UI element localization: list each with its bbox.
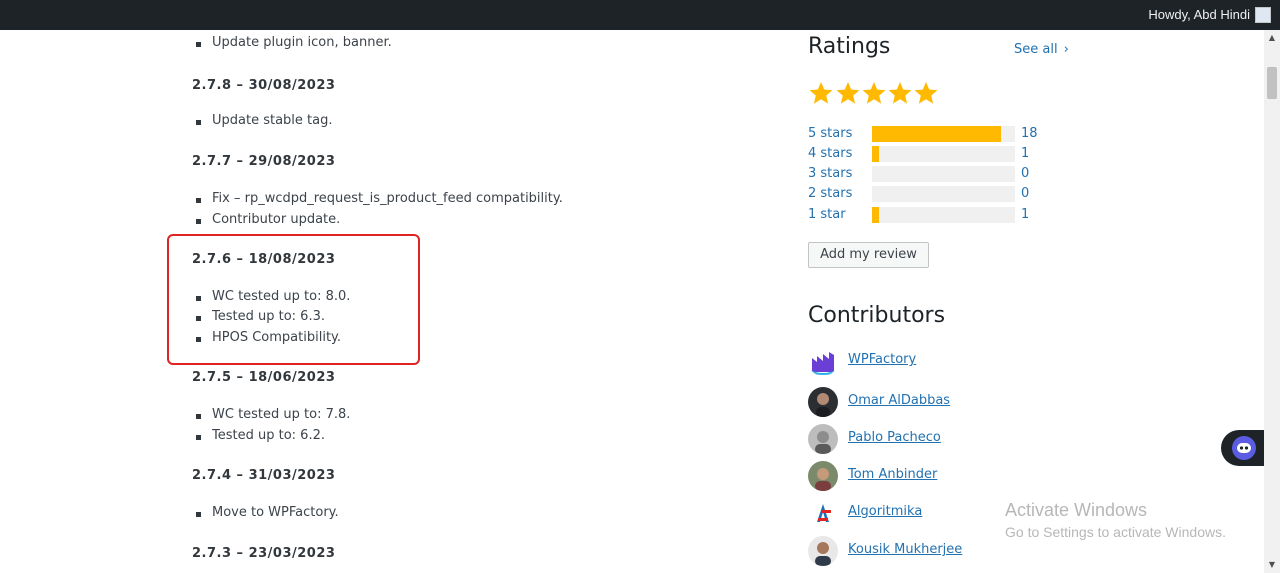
star-icon bbox=[836, 82, 860, 104]
rating-count-link[interactable]: 0 bbox=[1021, 165, 1029, 183]
contributor-item: WPFactory bbox=[808, 346, 1058, 376]
star-icon bbox=[809, 82, 833, 104]
contributor-link[interactable]: Kousik Mukherjee bbox=[848, 542, 962, 557]
add-review-button[interactable]: Add my review bbox=[808, 242, 929, 268]
contributor-item: Kousik Mukherjee bbox=[808, 536, 1058, 566]
rating-bar bbox=[872, 166, 1015, 182]
scroll-down-icon[interactable]: ▼ bbox=[1264, 557, 1280, 573]
chevron-right-icon: › bbox=[1063, 42, 1069, 57]
rating-label-link[interactable]: 4 stars bbox=[808, 145, 852, 163]
average-rating-stars bbox=[809, 82, 938, 104]
star-icon bbox=[888, 82, 912, 104]
contributor-link[interactable]: Pablo Pacheco bbox=[848, 430, 941, 445]
person-avatar-icon bbox=[808, 536, 838, 566]
contributor-link[interactable]: Omar AlDabbas bbox=[848, 393, 950, 408]
rating-row-1: 1 star 1 bbox=[808, 206, 1048, 224]
changelog-item: Fix – rp_wcdpd_request_is_product_feed c… bbox=[196, 191, 563, 206]
activate-windows-title: Activate Windows bbox=[1005, 500, 1148, 520]
rating-bar-fill bbox=[872, 207, 880, 223]
changelog-version: 2.7.3 – 23/03/2023 bbox=[192, 546, 336, 561]
scrollbar-thumb[interactable] bbox=[1267, 67, 1277, 99]
rating-bar-fill bbox=[872, 126, 1001, 142]
rating-bar bbox=[872, 186, 1015, 202]
changelog-item: WC tested up to: 7.8. bbox=[195, 407, 351, 422]
changelog-item: Contributor update. bbox=[195, 212, 341, 227]
scroll-up-icon[interactable]: ▲ bbox=[1264, 30, 1280, 46]
rating-row-5: 5 stars 18 bbox=[808, 125, 1048, 143]
person-avatar-icon bbox=[808, 387, 838, 417]
changelog-version: 2.7.4 – 31/03/2023 bbox=[192, 468, 336, 483]
see-all-link[interactable]: See all › bbox=[1014, 42, 1069, 57]
rating-label-link[interactable]: 5 stars bbox=[808, 125, 852, 143]
contributor-link[interactable]: Algoritmika bbox=[848, 504, 922, 519]
activate-windows-subtitle: Go to Settings to activate Windows. bbox=[1005, 524, 1226, 540]
contributor-item: Pablo Pacheco bbox=[808, 424, 1058, 454]
changelog-item: Move to WPFactory. bbox=[196, 505, 339, 520]
rating-count-link[interactable]: 1 bbox=[1021, 206, 1029, 224]
rating-bar bbox=[872, 146, 1015, 162]
rating-bar bbox=[872, 207, 1015, 223]
changelog-version: 2.7.8 – 30/08/2023 bbox=[192, 78, 336, 93]
rating-row-2: 2 stars 0 bbox=[808, 185, 1048, 203]
contributor-link[interactable]: Tom Anbinder bbox=[848, 467, 937, 482]
star-icon bbox=[862, 82, 886, 104]
rating-row-4: 4 stars 1 bbox=[808, 145, 1048, 163]
contributor-item: Tom Anbinder bbox=[808, 461, 1058, 491]
changelog-item: Update stable tag. bbox=[196, 113, 333, 128]
wpfactory-logo-icon bbox=[808, 346, 838, 376]
changelog-item: Tested up to: 6.2. bbox=[196, 428, 325, 443]
rating-count-link[interactable]: 0 bbox=[1021, 185, 1029, 203]
person-avatar-icon bbox=[808, 461, 838, 491]
vertical-scrollbar[interactable]: ▲ ▼ bbox=[1264, 30, 1280, 573]
highlight-box bbox=[167, 234, 420, 365]
account-greeting[interactable]: Howdy, Abd Hindi bbox=[1148, 0, 1250, 30]
contributor-item: Omar AlDabbas bbox=[808, 387, 1058, 417]
admin-bar: Howdy, Abd Hindi bbox=[0, 0, 1280, 30]
ratings-heading: Ratings bbox=[808, 34, 891, 59]
star-icon bbox=[914, 82, 938, 104]
rating-label-link[interactable]: 1 star bbox=[808, 206, 846, 224]
rating-label-link[interactable]: 3 stars bbox=[808, 165, 852, 183]
chat-bot-icon bbox=[1232, 436, 1256, 460]
rating-bar-fill bbox=[872, 146, 880, 162]
changelog-item: Update plugin icon, banner. bbox=[196, 35, 392, 50]
user-avatar-icon[interactable] bbox=[1255, 7, 1271, 23]
rating-label-link[interactable]: 2 stars bbox=[808, 185, 852, 203]
person-avatar-icon bbox=[808, 424, 838, 454]
rating-row-3: 3 stars 0 bbox=[808, 165, 1048, 183]
contributors-heading: Contributors bbox=[808, 303, 946, 328]
changelog-version: 2.7.7 – 29/08/2023 bbox=[192, 154, 336, 169]
rating-count-link[interactable]: 18 bbox=[1021, 125, 1038, 143]
rating-count-link[interactable]: 1 bbox=[1021, 145, 1029, 163]
algoritmika-logo-icon bbox=[808, 498, 838, 528]
rating-bar bbox=[872, 126, 1015, 142]
contributor-link[interactable]: WPFactory bbox=[848, 352, 916, 367]
see-all-label: See all bbox=[1014, 42, 1058, 57]
changelog-version: 2.7.5 – 18/06/2023 bbox=[192, 370, 336, 385]
